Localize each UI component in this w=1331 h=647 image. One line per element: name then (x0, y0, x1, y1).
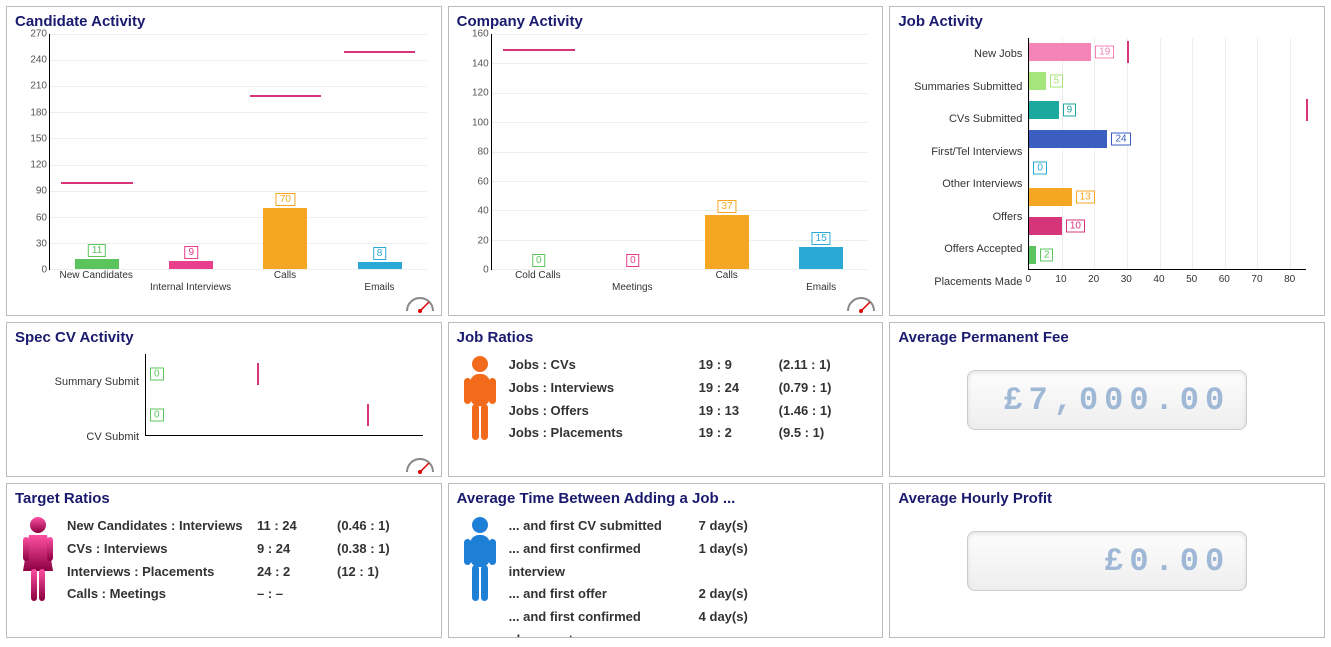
bar[interactable] (1029, 130, 1107, 148)
cell: (2.11 : 1) (779, 354, 859, 377)
bar[interactable] (1029, 217, 1062, 235)
cell: 11 : 24 (257, 515, 337, 538)
panel-title: Job Ratios (449, 323, 883, 350)
cell: (0.46 : 1) (337, 515, 417, 538)
cell: 24 : 2 (257, 561, 337, 584)
cell: 19 : 9 (699, 354, 779, 377)
cell: 19 : 13 (699, 400, 779, 423)
cell: Jobs : Interviews (509, 377, 699, 400)
cell: Jobs : Placements (509, 422, 699, 445)
cell: Calls : Meetings (67, 583, 257, 606)
panel-title: Spec CV Activity (7, 323, 441, 350)
bar[interactable] (1029, 188, 1071, 206)
cell: (12 : 1) (337, 561, 417, 584)
job-activity-chart: 19592401310201020304050607080New JobsSum… (898, 34, 1316, 294)
cell: 19 : 24 (699, 377, 779, 400)
cell: (9.5 : 1) (779, 422, 859, 445)
gauge-icon[interactable] (405, 293, 435, 313)
cell: ... and first CV submitted (509, 515, 699, 538)
avg-time-table: ... and first CV submitted7 day(s)... an… (509, 515, 779, 638)
bar[interactable] (169, 261, 213, 269)
spec-cv-activity-panel: Spec CV Activity 00Summary SubmitCV Subm… (6, 322, 442, 477)
target-ratios-table: New Candidates : Interviews11 : 24(0.46 … (67, 515, 417, 606)
job-activity-panel: Job Activity 195924013102010203040506070… (889, 6, 1325, 316)
panel-title: Average Time Between Adding a Job ... (449, 484, 883, 511)
cell: Jobs : Offers (509, 400, 699, 423)
cell: ... and first offer (509, 583, 699, 606)
lcd-display: £0.00 (967, 531, 1247, 591)
cell: New Candidates : Interviews (67, 515, 257, 538)
cell: Interviews : Placements (67, 561, 257, 584)
cell: (1.46 : 1) (779, 400, 859, 423)
cell: – : – (257, 583, 337, 606)
avg-permanent-fee-panel: Average Permanent Fee £7,000.00 (889, 322, 1325, 477)
cell (337, 583, 417, 606)
cell: ... and first confirmed placement (509, 606, 699, 638)
panel-title: Company Activity (449, 7, 883, 34)
cell: 7 day(s) (699, 515, 779, 538)
job-ratios-table: Jobs : CVs19 : 9(2.11 : 1) Jobs : Intervi… (509, 354, 859, 445)
bar[interactable] (799, 247, 843, 269)
bar[interactable] (1029, 246, 1036, 264)
bar[interactable] (263, 208, 307, 269)
target-ratios-panel: Target Ratios New Candidates : Interview… (6, 483, 442, 638)
panel-title: Candidate Activity (7, 7, 441, 34)
panel-title: Target Ratios (7, 484, 441, 511)
bar[interactable] (1029, 43, 1091, 61)
cell: (0.79 : 1) (779, 377, 859, 400)
candidate-activity-chart: 0306090120150180210240270119708New Candi… (15, 34, 433, 294)
gauge-icon[interactable] (405, 454, 435, 474)
spec-cv-chart: 00Summary SubmitCV Submit (15, 350, 433, 460)
company-activity-chart: 020406080100120140160003715Cold CallsMee… (457, 34, 875, 294)
cell: 19 : 2 (699, 422, 779, 445)
candidate-activity-panel: Candidate Activity 030609012015018021024… (6, 6, 442, 316)
panel-title: Average Permanent Fee (890, 323, 1324, 350)
company-activity-panel: Company Activity 02040608010012014016000… (448, 6, 884, 316)
bar[interactable] (705, 215, 749, 269)
bar[interactable] (75, 259, 119, 269)
cell: Jobs : CVs (509, 354, 699, 377)
cell: (0.38 : 1) (337, 538, 417, 561)
person-icon (19, 515, 57, 605)
bar[interactable] (358, 262, 402, 269)
cell: 4 day(s) (699, 606, 779, 638)
panel-title: Job Activity (890, 7, 1324, 34)
lcd-display: £7,000.00 (967, 370, 1247, 430)
bar[interactable] (1029, 72, 1045, 90)
cell: 1 day(s) (699, 538, 779, 584)
gauge-icon[interactable] (846, 293, 876, 313)
avg-time-panel: Average Time Between Adding a Job ... ..… (448, 483, 884, 638)
cell: ... and first confirmed interview (509, 538, 699, 584)
panel-title: Average Hourly Profit (890, 484, 1324, 511)
cell: CVs : Interviews (67, 538, 257, 561)
cell: 9 : 24 (257, 538, 337, 561)
bar[interactable] (1029, 101, 1058, 119)
avg-hourly-profit-panel: Average Hourly Profit £0.00 (889, 483, 1325, 638)
cell: 2 day(s) (699, 583, 779, 606)
person-icon (461, 515, 499, 605)
person-icon (461, 354, 499, 444)
job-ratios-panel: Job Ratios Jobs : CVs19 : 9(2.11 : 1)Job… (448, 322, 884, 477)
